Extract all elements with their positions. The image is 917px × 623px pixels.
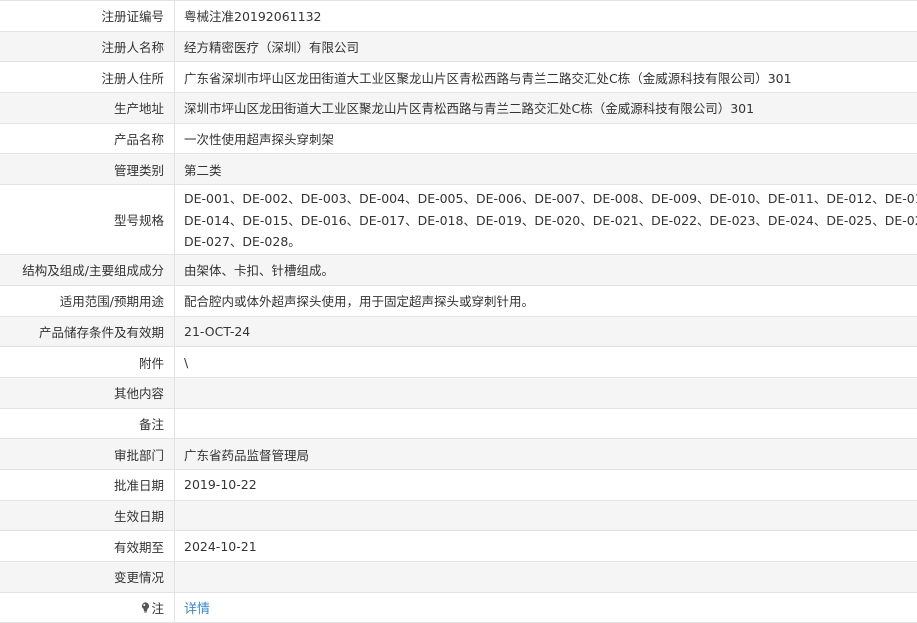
value-approval-date: 2019-10-22: [184, 477, 257, 493]
value-storage-validity: 21-OCT-24: [184, 323, 251, 339]
value-structure-composition: 由架体、卡扣、针槽组成。: [184, 263, 335, 279]
model-line: DE-027、DE-028。: [184, 234, 301, 250]
label-remarks: 备注: [0, 408, 175, 439]
label-storage-validity: 产品储存条件及有效期: [0, 316, 175, 347]
row-product-name: 产品名称 一次性使用超声探头穿刺架: [0, 123, 917, 155]
label-production-address: 生产地址: [0, 93, 175, 123]
row-attachment: 附件 \: [0, 347, 917, 378]
row-structure-composition: 结构及组成/主要组成成分 由架体、卡扣、针槽组成。: [0, 255, 917, 286]
label-change-status: 变更情况: [0, 562, 175, 592]
value-remarks: [175, 409, 917, 439]
value-note: 详情: [175, 593, 917, 623]
label-valid-until: 有效期至: [0, 531, 175, 561]
row-remarks: 备注: [0, 408, 917, 440]
value-effective-date: [175, 501, 917, 531]
label-approval-department: 审批部门: [0, 439, 175, 469]
value-approval-department: 广东省药品监督管理局: [184, 447, 310, 463]
label-management-category: 管理类别: [0, 154, 175, 185]
label-structure-composition: 结构及组成/主要组成成分: [0, 255, 175, 285]
row-storage-validity: 产品储存条件及有效期 21-OCT-24: [0, 316, 917, 348]
label-approval-date: 批准日期: [0, 469, 175, 500]
label-note: 注: [0, 592, 175, 623]
lightbulb-icon: [141, 602, 150, 613]
row-note: 注 详情: [0, 592, 917, 623]
details-link[interactable]: 详情: [184, 598, 210, 617]
row-approval-date: 批准日期 2019-10-22: [0, 469, 917, 501]
model-line: DE-001、DE-002、DE-003、DE-004、DE-005、DE-00…: [184, 191, 917, 207]
model-line: DE-014、DE-015、DE-016、DE-017、DE-018、DE-01…: [184, 212, 917, 228]
value-model-specification: DE-001、DE-002、DE-003、DE-004、DE-005、DE-00…: [175, 185, 917, 254]
value-registrant-address: 广东省深圳市坪山区龙田街道大工业区聚龙山片区青松西路与青兰二路交汇处C栋（金威源…: [184, 70, 792, 86]
label-effective-date: 生效日期: [0, 500, 175, 531]
value-valid-until: 2024-10-21: [184, 538, 257, 554]
value-registrant-name: 经方精密医疗（深圳）有限公司: [184, 40, 360, 56]
row-approval-department: 审批部门 广东省药品监督管理局: [0, 439, 917, 470]
value-intended-use: 配合腔内或体外超声探头使用，用于固定超声探头或穿刺针用。: [184, 294, 535, 310]
row-effective-date: 生效日期: [0, 500, 917, 532]
label-registrant-name: 注册人名称: [0, 31, 175, 62]
value-registration-number: 粤械注准20192061132: [184, 9, 322, 25]
value-attachment: \: [184, 354, 189, 370]
row-registration-number: 注册证编号 粤械注准20192061132: [0, 1, 917, 32]
value-change-status: [175, 562, 917, 592]
row-valid-until: 有效期至 2024-10-21: [0, 531, 917, 562]
value-other-content: [175, 378, 917, 408]
label-other-content: 其他内容: [0, 377, 175, 408]
value-product-name: 一次性使用超声探头穿刺架: [184, 132, 335, 148]
value-production-address: 深圳市坪山区龙田街道大工业区聚龙山片区青松西路与青兰二路交汇处C栋（金威源科技有…: [184, 101, 755, 117]
row-management-category: 管理类别 第二类: [0, 154, 917, 186]
label-model-specification: 型号规格: [0, 185, 175, 255]
label-product-name: 产品名称: [0, 123, 175, 154]
row-registrant-name: 注册人名称 经方精密医疗（深圳）有限公司: [0, 31, 917, 63]
label-registration-number: 注册证编号: [0, 1, 175, 31]
label-intended-use: 适用范围/预期用途: [0, 285, 175, 316]
value-management-category: 第二类: [184, 162, 222, 178]
note-label-text: 注: [151, 601, 164, 617]
row-other-content: 其他内容: [0, 377, 917, 409]
row-registrant-address: 注册人住所 广东省深圳市坪山区龙田街道大工业区聚龙山片区青松西路与青兰二路交汇处…: [0, 62, 917, 94]
row-change-status: 变更情况: [0, 562, 917, 593]
label-attachment: 附件: [0, 347, 175, 377]
label-registrant-address: 注册人住所: [0, 62, 175, 93]
row-model-specification: 型号规格 DE-001、DE-002、DE-003、DE-004、DE-005、…: [0, 185, 917, 256]
registration-detail-table: 注册证编号 粤械注准20192061132 注册人名称 经方精密医疗（深圳）有限…: [0, 0, 917, 623]
row-intended-use: 适用范围/预期用途 配合腔内或体外超声探头使用，用于固定超声探头或穿刺针用。: [0, 285, 917, 317]
row-production-address: 生产地址 深圳市坪山区龙田街道大工业区聚龙山片区青松西路与青兰二路交汇处C栋（金…: [0, 93, 917, 124]
